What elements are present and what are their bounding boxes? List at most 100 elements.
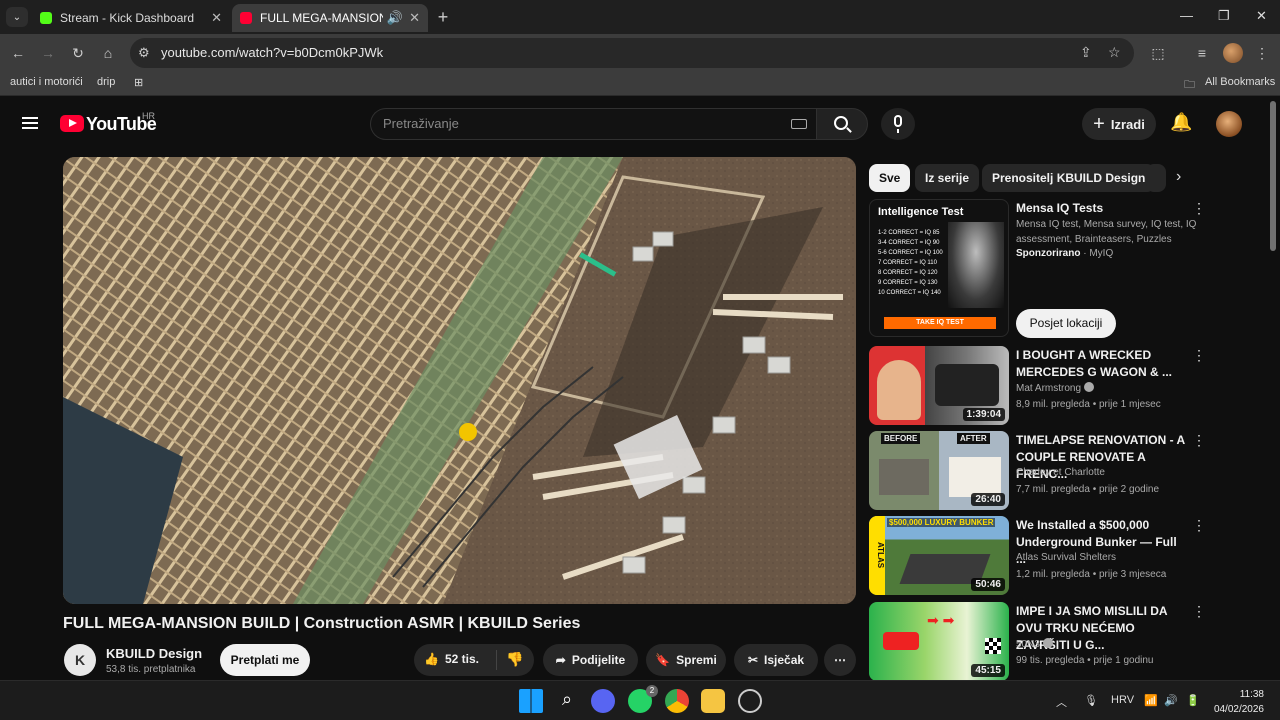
notifications-bell-icon[interactable]: 🔔 bbox=[1170, 112, 1192, 133]
extensions-icon[interactable]: ⬚ bbox=[1148, 43, 1168, 63]
new-tab-button[interactable]: + bbox=[434, 6, 452, 28]
obs-icon[interactable] bbox=[738, 689, 762, 713]
chevron-up-icon[interactable]: ︿ bbox=[1056, 694, 1067, 710]
speaker-icon[interactable]: 🔊 bbox=[387, 10, 403, 26]
create-button[interactable]: + Izradi bbox=[1082, 108, 1156, 140]
clock[interactable]: 11:38 04/02/2026 bbox=[1212, 687, 1264, 717]
thumb-label-before: BEFORE bbox=[881, 433, 921, 444]
search-button[interactable] bbox=[816, 108, 868, 140]
clip-button[interactable]: ✂ Isječak bbox=[734, 644, 818, 676]
all-bookmarks-link[interactable]: All Bookmarks bbox=[1205, 76, 1275, 88]
channel-name[interactable]: Mat Armstrong bbox=[1016, 383, 1081, 394]
advertiser-name: MyIQ bbox=[1089, 248, 1114, 259]
more-options-icon[interactable]: ⋮ bbox=[1192, 348, 1206, 362]
save-button[interactable]: 🔖 Spremi bbox=[646, 644, 726, 676]
media-control-icon[interactable]: ≡ bbox=[1192, 43, 1212, 63]
bookmark-star-icon[interactable]: ☆ bbox=[1108, 44, 1121, 61]
tab-kick-dashboard[interactable]: Stream - Kick Dashboard ✕ bbox=[32, 4, 230, 32]
url-text: youtube.com/watch?v=b0Dcm0kPJWk bbox=[161, 45, 384, 60]
install-app-icon[interactable]: ⇪ bbox=[1080, 44, 1092, 61]
like-count: 52 tis. bbox=[444, 652, 479, 666]
voice-search-button[interactable] bbox=[881, 108, 915, 140]
subscribe-button[interactable]: Pretplati me bbox=[220, 644, 310, 676]
thumb-house-renovated bbox=[949, 457, 1001, 497]
close-tab-icon[interactable]: ✕ bbox=[211, 10, 222, 26]
more-options-icon[interactable]: ⋮ bbox=[1192, 518, 1206, 532]
ad-thumb-cta: TAKE IQ TEST bbox=[884, 317, 996, 329]
file-explorer-icon[interactable] bbox=[701, 689, 725, 713]
site-info-icon[interactable]: ⚙ bbox=[138, 45, 150, 61]
menu-icon[interactable]: ⋮ bbox=[1252, 43, 1272, 63]
keyboard-icon[interactable] bbox=[791, 119, 807, 129]
close-window-button[interactable]: ✕ bbox=[1256, 8, 1267, 24]
language-indicator[interactable]: HRV bbox=[1111, 694, 1134, 706]
reload-icon[interactable]: ↻ bbox=[68, 43, 88, 63]
dislike-button[interactable]: 👎 bbox=[506, 651, 523, 668]
kick-icon bbox=[40, 12, 52, 24]
discord-icon[interactable] bbox=[591, 689, 615, 713]
tab-youtube-video[interactable]: FULL MEGA-MANSION BUIL 🔊 ✕ bbox=[232, 4, 428, 32]
video-thumbnail[interactable]: BEFORE AFTER 26:40 bbox=[869, 431, 1009, 510]
video-thumbnail[interactable]: $500,000 LUXURY BUNKER ATLAS 50:46 bbox=[869, 516, 1009, 595]
more-options-icon[interactable]: ⋮ bbox=[1192, 433, 1206, 447]
ad-thumb-line: 9 CORRECT = IQ 130 bbox=[878, 280, 938, 286]
chip-from-series[interactable]: Iz serije bbox=[915, 164, 980, 192]
ad-thumbnail[interactable]: Intelligence Test 1-2 CORRECT = IQ 85 3-4… bbox=[869, 199, 1009, 337]
more-options-icon[interactable]: ⋮ bbox=[1192, 604, 1206, 618]
clip-label: Isječak bbox=[764, 653, 805, 667]
youtube-logo-icon[interactable] bbox=[60, 115, 84, 132]
address-bar[interactable]: ⚙ youtube.com/watch?v=b0Dcm0kPJWk ⇪ ☆ bbox=[130, 38, 1134, 68]
volume-icon[interactable]: 🔊 bbox=[1164, 694, 1178, 707]
thumbs-up-icon: 👍 bbox=[424, 652, 439, 666]
thumb-label-atlas: ATLAS bbox=[869, 516, 885, 595]
close-tab-icon[interactable]: ✕ bbox=[409, 10, 420, 26]
channel-avatar[interactable]: K bbox=[64, 644, 96, 676]
more-options-icon[interactable]: ⋮ bbox=[1192, 201, 1206, 215]
thumb-flag bbox=[985, 638, 1001, 654]
forward-icon[interactable]: → bbox=[38, 43, 58, 63]
chrome-icon[interactable] bbox=[665, 689, 689, 713]
like-button[interactable]: 👍 52 tis. bbox=[424, 652, 479, 666]
visit-site-button[interactable]: Posjet lokaciji bbox=[1016, 309, 1116, 338]
bookmark-item[interactable]: drip bbox=[97, 76, 115, 88]
video-player[interactable] bbox=[63, 157, 856, 604]
maximize-button[interactable]: ❐ bbox=[1218, 8, 1230, 24]
account-avatar[interactable] bbox=[1216, 111, 1242, 137]
wifi-icon[interactable]: 📶 bbox=[1144, 694, 1158, 707]
ad-thumb-portrait bbox=[948, 222, 1004, 308]
subscriber-count: 53,8 tis. pretplatnika bbox=[106, 664, 196, 675]
chip-uploader[interactable]: Prenositelj KBUILD Design bbox=[982, 164, 1156, 192]
home-icon[interactable]: ⌂ bbox=[98, 43, 118, 63]
bookmark-item[interactable]: autici i motorići bbox=[10, 76, 83, 88]
whatsapp-icon[interactable]: 2 bbox=[628, 685, 658, 713]
video-thumbnail[interactable]: ➡ ➡ 45:15 bbox=[869, 602, 1009, 681]
apps-grid-icon[interactable]: ⊞ bbox=[134, 76, 143, 89]
minimize-button[interactable]: — bbox=[1180, 8, 1193, 23]
channel-name[interactable]: KBUILD Design bbox=[106, 646, 202, 661]
divider bbox=[496, 650, 497, 670]
browser-toolbar: ← → ↻ ⌂ ⚙ youtube.com/watch?v=b0Dcm0kPJW… bbox=[0, 34, 1280, 72]
more-actions-button[interactable]: ⋯ bbox=[824, 644, 856, 676]
channel-name[interactable]: Charley et Charlotte bbox=[1016, 467, 1105, 478]
tab-search-dropdown-icon[interactable]: ⌄ bbox=[6, 7, 28, 27]
battery-icon[interactable]: 🔋 bbox=[1186, 694, 1200, 707]
sponsored-label: Sponzorirano bbox=[1016, 248, 1081, 259]
search-input[interactable]: Pretraživanje bbox=[370, 108, 816, 140]
page-scrollbar[interactable] bbox=[1270, 101, 1276, 251]
windows-start-icon[interactable] bbox=[519, 689, 543, 713]
hamburger-menu-icon[interactable] bbox=[22, 117, 38, 129]
microphone-icon[interactable]: 🎙 bbox=[1084, 694, 1098, 707]
back-icon[interactable]: ← bbox=[8, 43, 28, 63]
chip-all[interactable]: Sve bbox=[869, 164, 911, 192]
chevron-right-icon[interactable]: › bbox=[1176, 168, 1181, 186]
scissors-icon: ✂ bbox=[747, 653, 758, 667]
channel-name[interactable]: Atlas Survival Shelters bbox=[1016, 552, 1116, 563]
profile-avatar[interactable] bbox=[1223, 43, 1243, 63]
chip-overflow[interactable] bbox=[1146, 164, 1166, 192]
search-icon[interactable]: ⌕ bbox=[555, 689, 579, 713]
video-thumbnail[interactable]: 1:39:04 bbox=[869, 346, 1009, 425]
channel-name[interactable]: 50N3 bbox=[1016, 639, 1040, 650]
share-button[interactable]: ➦ Podijelite bbox=[543, 644, 638, 676]
thumb-arrows: ➡ ➡ bbox=[927, 612, 955, 628]
ad-thumb-line: 3-4 CORRECT = IQ 90 bbox=[878, 240, 940, 246]
